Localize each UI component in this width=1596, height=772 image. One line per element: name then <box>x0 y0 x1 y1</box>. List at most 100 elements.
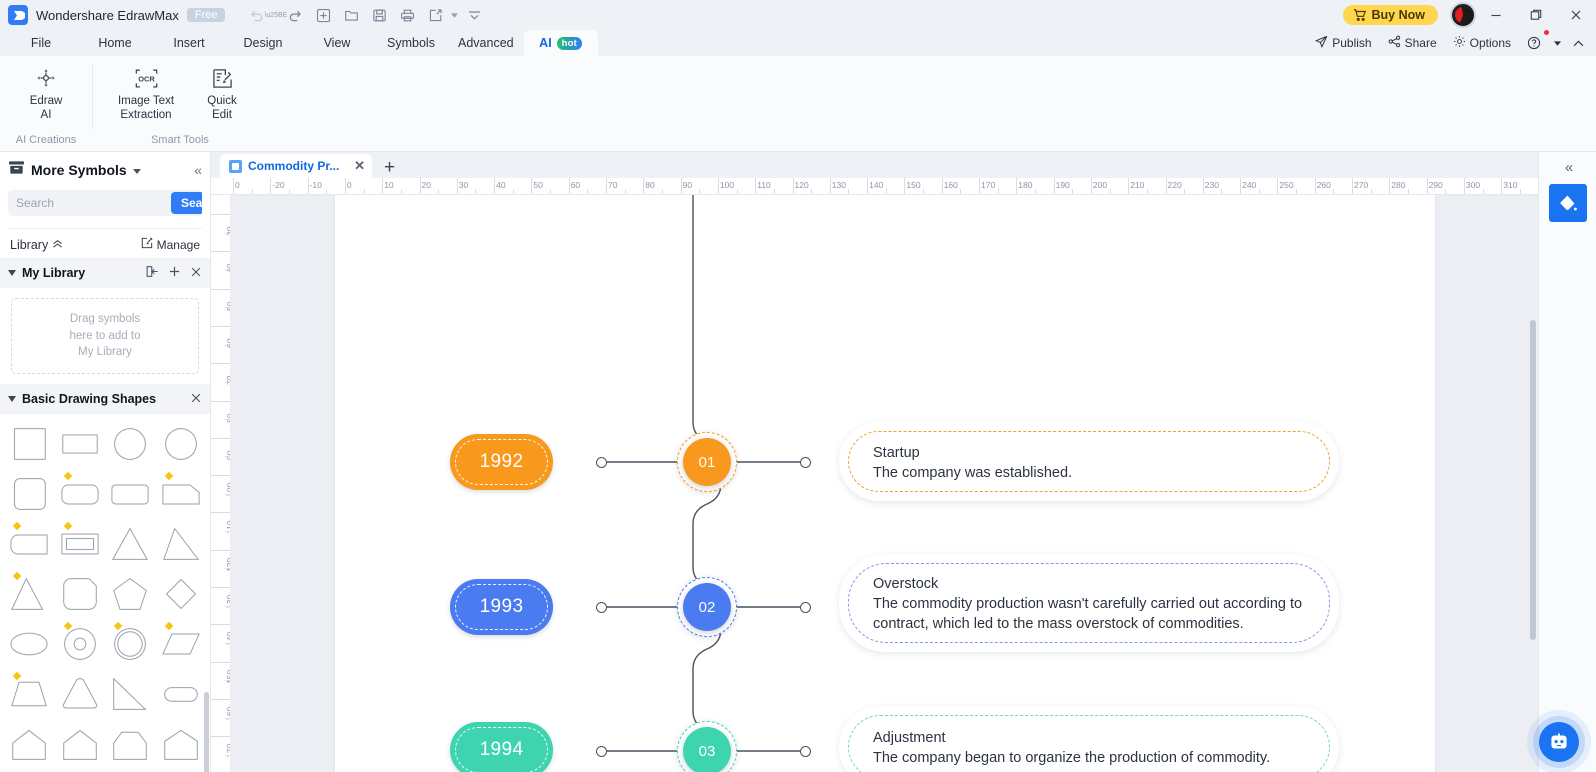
more-quick-actions-icon[interactable] <box>461 4 487 26</box>
print-icon[interactable] <box>394 4 420 26</box>
close-section-icon-2[interactable] <box>190 392 202 407</box>
sidebar-section-my-library[interactable]: My Library <box>0 258 210 288</box>
shape-ellipse-circle[interactable] <box>156 420 207 468</box>
menu-item-insert[interactable]: Insert <box>152 30 226 56</box>
undo-dropdown-icon[interactable]: \u25BE <box>264 4 287 26</box>
ruler-tick-label: 60 <box>570 180 581 190</box>
shape-parallelogram[interactable] <box>156 620 207 668</box>
timeline-card[interactable]: Overstock The commodity production wasn'… <box>839 554 1339 652</box>
shape-trapezoid[interactable] <box>4 670 55 718</box>
redo-icon[interactable] <box>282 4 308 26</box>
ai-assistant-icon[interactable] <box>1539 722 1579 762</box>
shape-square[interactable] <box>4 420 55 468</box>
shape-octagon-rounded[interactable] <box>55 570 106 618</box>
canvas-vertical-scrollbar[interactable] <box>1530 320 1536 640</box>
shape-right-triangle-slant[interactable] <box>156 520 207 568</box>
quick-edit-button[interactable]: Quick Edit <box>188 62 256 127</box>
canvas-area[interactable]: 1992 01 Startup The company was establis… <box>231 195 1538 772</box>
avatar[interactable] <box>1450 2 1476 28</box>
sidebar-section-basic-drawing-shapes[interactable]: Basic Drawing Shapes <box>0 384 210 414</box>
document-tab[interactable]: Commodity Pr... ✕ <box>220 154 372 178</box>
timeline-year-pill[interactable]: 1993 <box>450 579 553 635</box>
collapse-right-panel-icon[interactable]: « <box>1539 152 1596 182</box>
shape-rounded-square[interactable] <box>4 470 55 518</box>
shape-one-corner-rounded-rect[interactable] <box>156 470 207 518</box>
shape-double-rectangle[interactable] <box>55 520 106 568</box>
save-icon[interactable] <box>366 4 392 26</box>
menu-item-file[interactable]: File <box>4 30 78 56</box>
new-icon[interactable] <box>310 4 336 26</box>
menu-item-view[interactable]: View <box>300 30 374 56</box>
search-button[interactable]: Search <box>171 192 202 214</box>
options-button[interactable]: Options <box>1446 31 1518 55</box>
shape-rectangle[interactable] <box>55 420 106 468</box>
vertical-ruler[interactable]: 30 40 50 60 70 80 90 100 110 120 130 140 150 160 170 <box>211 195 231 772</box>
shape-rounded-rectangle[interactable] <box>55 470 106 518</box>
timeline-node-circle[interactable]: 02 <box>683 583 731 631</box>
help-button[interactable] <box>1520 30 1549 55</box>
open-icon[interactable] <box>338 4 364 26</box>
timeline-node-circle[interactable]: 03 <box>683 727 731 772</box>
export-dropdown-icon[interactable] <box>450 4 459 26</box>
menu-item-symbols[interactable]: Symbols <box>374 30 448 56</box>
shape-pill[interactable] <box>156 670 207 718</box>
close-section-icon[interactable] <box>190 266 202 281</box>
publish-button[interactable]: Publish <box>1308 31 1378 55</box>
new-tab-button[interactable]: + <box>372 158 405 178</box>
sidebar-scrollbar[interactable] <box>204 692 209 772</box>
basic-drawing-shapes-label: Basic Drawing Shapes <box>22 392 157 406</box>
shape-pentagon[interactable] <box>105 570 156 618</box>
collapse-ribbon-icon[interactable] <box>1567 31 1590 55</box>
shape-diamond[interactable] <box>156 570 207 618</box>
timeline-node-circle[interactable]: 01 <box>683 438 731 486</box>
shape-hexagon[interactable] <box>156 720 207 768</box>
manage-button[interactable]: Manage <box>141 237 200 252</box>
share-button[interactable]: Share <box>1381 31 1444 55</box>
shape-two-corner-rounded-rect[interactable] <box>4 520 55 568</box>
shape-pentagon-flat-1[interactable] <box>4 720 55 768</box>
chevron-down-icon[interactable] <box>132 161 141 179</box>
vruler-tick <box>211 549 230 551</box>
export-icon[interactable] <box>422 4 448 26</box>
import-library-icon[interactable] <box>146 265 159 281</box>
ruler-tick <box>1426 178 1428 194</box>
shape-triangle-narrow[interactable] <box>4 570 55 618</box>
buy-now-button[interactable]: Buy Now <box>1342 5 1438 25</box>
collapse-sidebar-icon[interactable]: « <box>194 162 202 178</box>
shape-rounded-rectangle-2[interactable] <box>105 470 156 518</box>
edraw-ai-button[interactable]: Edraw AI <box>12 62 80 127</box>
fill-color-icon[interactable] <box>1548 184 1587 222</box>
menu-item-design[interactable]: Design <box>226 30 300 56</box>
help-dropdown-icon[interactable] <box>1550 31 1565 55</box>
shape-ellipse[interactable] <box>4 620 55 668</box>
timeline-connector-dot-right <box>800 746 811 757</box>
minimize-button[interactable] <box>1476 0 1516 30</box>
menu-item-home[interactable]: Home <box>78 30 152 56</box>
diagram-page[interactable]: 1992 01 Startup The company was establis… <box>335 195 1435 772</box>
shape-circle[interactable] <box>105 420 156 468</box>
my-library-dropzone[interactable]: Drag symbols here to add to My Library <box>11 298 199 374</box>
search-input[interactable] <box>8 196 171 210</box>
timeline-year-pill[interactable]: 1992 <box>450 434 553 490</box>
shape-right-triangle[interactable] <box>105 670 156 718</box>
horizontal-ruler[interactable]: 0 -20 -10 0 10 20 30 40 50 60 70 80 90 100 110 120 130 14… <box>211 178 1538 195</box>
menu-item-advanced[interactable]: Advanced <box>448 30 524 56</box>
timeline-card[interactable]: Adjustment The company began to organize… <box>839 706 1339 772</box>
maximize-button[interactable] <box>1516 0 1556 30</box>
expand-triangle-icon <box>8 270 16 276</box>
shape-rounded-triangle[interactable] <box>55 670 106 718</box>
shape-ring[interactable] <box>105 620 156 668</box>
image-text-extraction-button[interactable]: OCR Image Text Extraction <box>104 62 188 127</box>
add-library-icon[interactable] <box>168 265 181 281</box>
close-button[interactable] <box>1556 0 1596 30</box>
timeline-card[interactable]: Startup The company was established. <box>839 422 1339 501</box>
shape-pentagon-flat-2[interactable] <box>55 720 106 768</box>
timeline-year-pill[interactable]: 1994 <box>450 722 553 772</box>
library-collapse-icon[interactable] <box>52 239 63 251</box>
shape-hexagon-flat[interactable] <box>105 720 156 768</box>
menu-item-ai[interactable]: AI hot <box>523 30 598 56</box>
close-tab-icon[interactable]: ✕ <box>354 158 365 174</box>
shape-triangle[interactable] <box>105 520 156 568</box>
shape-donut[interactable] <box>55 620 106 668</box>
hot-badge: hot <box>556 36 583 50</box>
